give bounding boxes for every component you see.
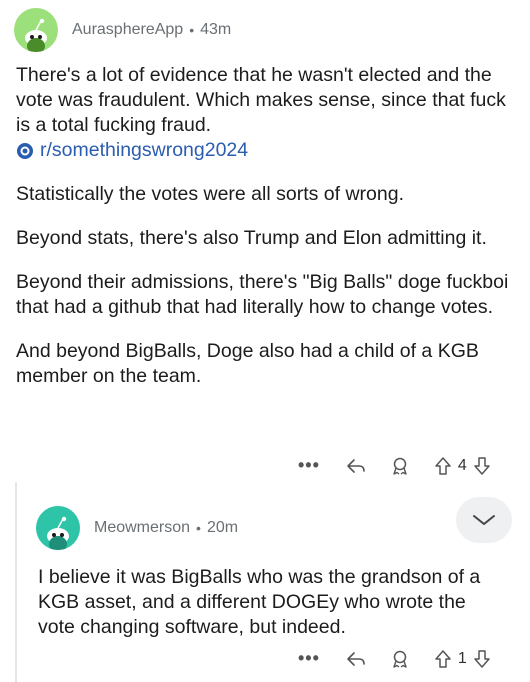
separator-dot: • bbox=[189, 22, 195, 38]
more-dots-icon[interactable]: ••• bbox=[298, 648, 320, 669]
snoo-avatar-icon bbox=[25, 18, 47, 52]
upvote-arrow-icon[interactable] bbox=[434, 456, 452, 476]
collapse-button[interactable] bbox=[456, 497, 512, 543]
chevron-down-icon bbox=[473, 515, 495, 525]
comment-body: There's a lot of evidence that he wasn't… bbox=[16, 63, 516, 389]
reply-arrow-icon[interactable] bbox=[346, 457, 366, 475]
upvote-arrow-icon[interactable] bbox=[434, 649, 452, 669]
timestamp: 20m bbox=[206, 519, 239, 536]
reply-header: Meowmerson • 20m bbox=[36, 506, 238, 550]
separator-dot: • bbox=[196, 520, 201, 536]
vote-count: 1 bbox=[457, 649, 467, 667]
more-dots-icon[interactable]: ••• bbox=[298, 455, 320, 476]
thread-line[interactable] bbox=[15, 482, 17, 682]
downvote-arrow-icon[interactable] bbox=[473, 456, 491, 476]
timestamp: 43m bbox=[200, 21, 232, 38]
reply-meta: Meowmerson • 20m bbox=[94, 519, 238, 537]
reply-body: I believe it was BigBalls who was the gr… bbox=[38, 565, 508, 640]
comment-paragraph: Statistically the votes were all sorts o… bbox=[16, 183, 404, 205]
downvote-arrow-icon[interactable] bbox=[473, 649, 491, 669]
award-icon[interactable] bbox=[390, 649, 410, 669]
username[interactable]: AurasphereApp bbox=[72, 21, 183, 39]
subreddit-link[interactable]: r/somethingswrong2024 bbox=[16, 138, 516, 163]
comment-header: AurasphereApp • 43m bbox=[14, 8, 231, 52]
reply-actions: ••• 1 bbox=[298, 648, 491, 669]
username[interactable]: Meowmerson bbox=[94, 519, 190, 537]
award-icon[interactable] bbox=[390, 456, 410, 476]
avatar[interactable] bbox=[36, 506, 80, 550]
comment-paragraph: Beyond their admissions, there's "Big Ba… bbox=[16, 271, 509, 318]
comment-paragraph: Beyond stats, there's also Trump and Elo… bbox=[16, 227, 487, 249]
reply-text: I believe it was BigBalls who was the gr… bbox=[38, 566, 481, 638]
avatar[interactable] bbox=[14, 8, 58, 52]
snoo-avatar-icon bbox=[47, 516, 69, 550]
comment-meta: AurasphereApp • 43m bbox=[72, 21, 231, 39]
comment-paragraph: There's a lot of evidence that he wasn't… bbox=[16, 64, 506, 136]
subreddit-icon bbox=[17, 142, 33, 159]
vote-count: 4 bbox=[457, 456, 467, 474]
reply-arrow-icon[interactable] bbox=[346, 650, 366, 668]
subreddit-link-text[interactable]: r/somethingswrong2024 bbox=[40, 138, 248, 163]
comment-actions: ••• 4 bbox=[298, 455, 491, 476]
comment-paragraph: And beyond BigBalls, Doge also had a chi… bbox=[16, 340, 479, 387]
